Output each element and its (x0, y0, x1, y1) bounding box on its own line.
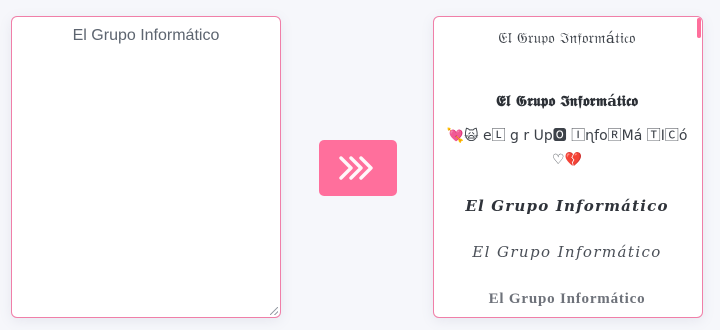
result-italic[interactable]: 𝐸𝑙 𝐺𝑟𝑢𝑝𝑜 𝐼𝑛𝑓𝑜𝑟𝑚á𝑡𝑖𝑐𝑜 (442, 243, 692, 261)
font-converter: 𝔈𝔩 𝔊𝔯𝔲𝔭𝔬 ℑ𝔫𝔣𝔬𝔯𝔪á𝔱𝔦𝔠𝔬 𝕰𝖑 𝕲𝖗𝖚𝖕𝖔 𝕴𝖓𝖋𝖔𝖗𝖒á𝖙𝖎𝖈… (0, 0, 720, 330)
scrollbar-thumb[interactable] (697, 18, 701, 38)
result-decorated[interactable]: 💘🙀 e🄻 g r Up🅾 🄸ɳfo🅁Má 🅃Ⅰ🄲ó ♡💔 (442, 124, 692, 172)
result-bold-fraktur[interactable]: 𝕰𝖑 𝕲𝖗𝖚𝖕𝖔 𝕴𝖓𝖋𝖔𝖗𝖒á𝖙𝖎𝖈𝖔 (442, 92, 692, 110)
results-panel: 𝔈𝔩 𝔊𝔯𝔲𝔭𝔬 ℑ𝔫𝔣𝔬𝔯𝔪á𝔱𝔦𝔠𝔬 𝕰𝖑 𝕲𝖗𝖚𝖕𝖔 𝕴𝖓𝖋𝖔𝖗𝖒á𝖙𝖎𝖈… (433, 16, 703, 318)
triple-chevron-right-icon (339, 156, 373, 180)
resize-handle-icon[interactable] (270, 307, 278, 315)
input-panel (11, 16, 281, 318)
result-bold-serif[interactable]: El Grupo Informático (442, 291, 692, 308)
result-bold-italic[interactable]: 𝑬𝒍 𝑮𝒓𝒖𝒑𝒐 𝑰𝒏𝒇𝒐𝒓𝒎á𝒕𝒊𝒄𝒐 (442, 197, 692, 215)
result-fraktur[interactable]: 𝔈𝔩 𝔊𝔯𝔲𝔭𝔬 ℑ𝔫𝔣𝔬𝔯𝔪á𝔱𝔦𝔠𝔬 (442, 29, 692, 47)
input-textarea[interactable] (12, 17, 280, 317)
convert-button[interactable] (319, 140, 397, 196)
